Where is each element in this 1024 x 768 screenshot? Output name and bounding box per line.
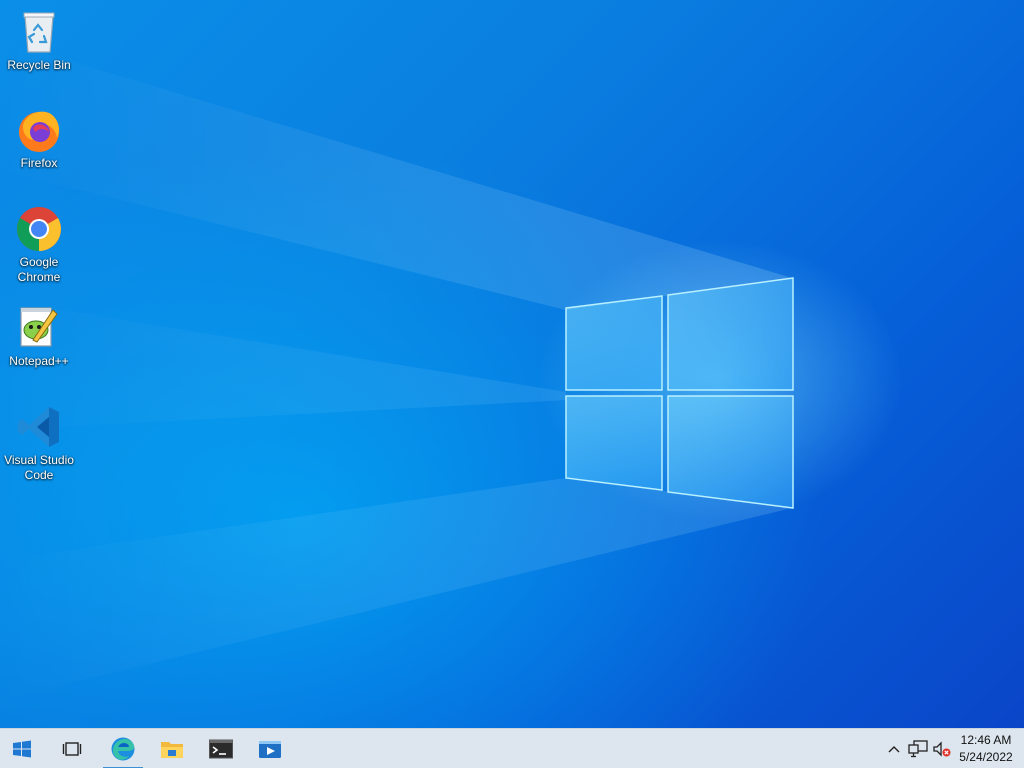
desktop-icon-recycle-bin[interactable]: Recycle Bin (0, 8, 78, 73)
volume-button[interactable] (932, 739, 952, 759)
task-view-icon (62, 742, 82, 756)
taskbar-clock[interactable]: 12:46 AM 5/24/2022 (952, 732, 1020, 766)
chrome-icon (17, 207, 61, 251)
recycle-bin-icon (23, 12, 55, 53)
network-status-button[interactable] (908, 739, 928, 759)
windows-start-icon (13, 740, 31, 758)
clock-date: 5/24/2022 (959, 750, 1013, 764)
show-hidden-icons-button[interactable] (884, 739, 904, 759)
clock-time: 12:46 AM (960, 733, 1012, 747)
desktop-icon-notepadpp[interactable]: Notepad++ (0, 304, 78, 369)
desktop-icon-label: Firefox (20, 156, 58, 170)
desktop-icon-label: Google Chrome (17, 255, 61, 284)
notepadpp-icon (20, 307, 58, 347)
firefox-icon (19, 111, 59, 152)
windows-logo-wallpaper (0, 40, 794, 700)
desktop-icon-label: Notepad++ (9, 354, 69, 368)
start-button[interactable] (2, 729, 42, 768)
taskbar-file-explorer-button[interactable] (152, 729, 192, 768)
desktop-wallpaper[interactable] (0, 0, 1024, 728)
desktop-icon-label: Recycle Bin (7, 58, 71, 72)
desktop-icon-vscode[interactable]: Visual Studio Code (0, 403, 78, 483)
taskbar: 12:46 AM 5/24/2022 (0, 728, 1024, 768)
taskbar-terminal-button[interactable] (201, 729, 241, 768)
taskbar-media-player-button[interactable] (250, 729, 290, 768)
desktop-screen: Recycle Bin Firefox Google Chrome Notepa… (0, 0, 1024, 768)
desktop-icon-firefox[interactable]: Firefox (0, 106, 78, 171)
desktop-icon-label: Visual Studio Code (4, 453, 74, 482)
task-view-button[interactable] (52, 729, 92, 768)
edge-icon (111, 737, 135, 761)
chevron-up-icon (888, 746, 900, 753)
media-player-icon (259, 741, 281, 758)
desktop-icon-google-chrome[interactable]: Google Chrome (0, 205, 78, 285)
vscode-icon (18, 407, 59, 447)
terminal-icon (209, 739, 233, 759)
volume-muted-icon (933, 741, 951, 757)
file-explorer-icon (161, 742, 183, 758)
network-icon (908, 740, 928, 758)
taskbar-edge-button[interactable] (103, 729, 143, 768)
